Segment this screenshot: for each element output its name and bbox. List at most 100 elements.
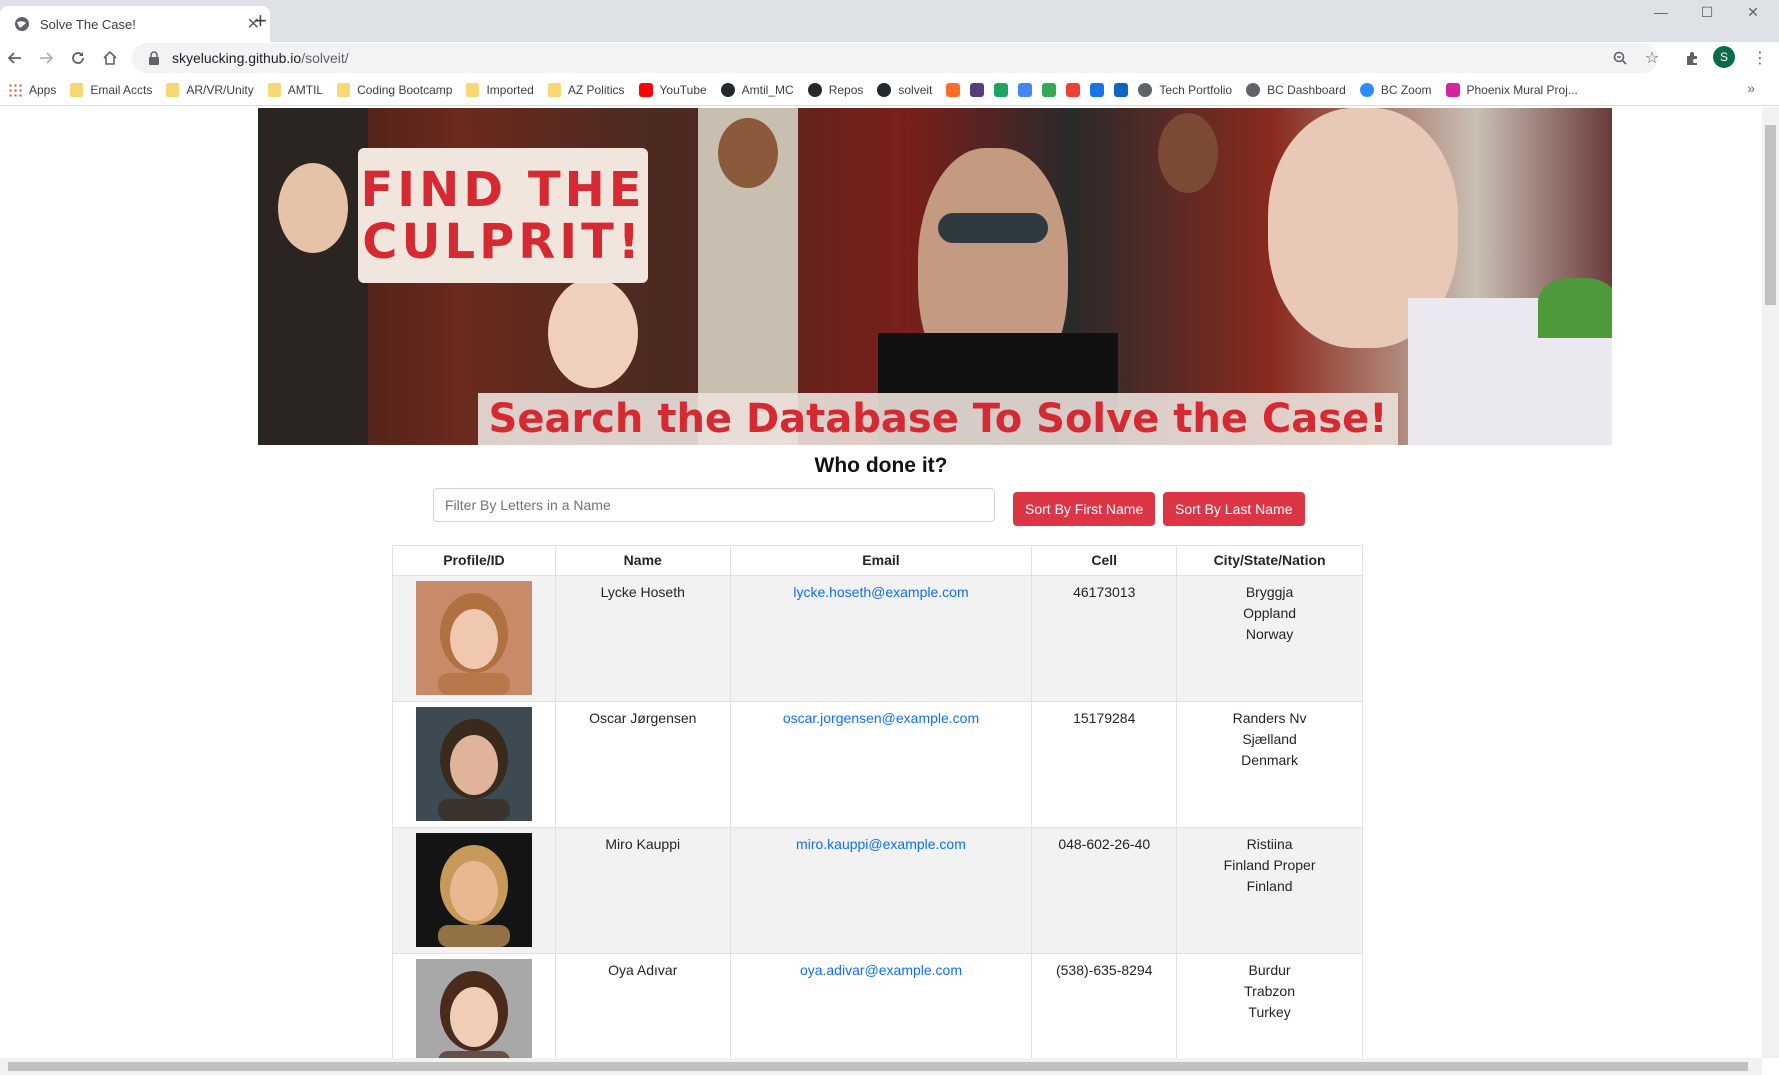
column-header-email[interactable]: Email: [729, 545, 1033, 576]
profile-photo: [415, 581, 532, 695]
vertical-scroll-thumb[interactable]: [1765, 125, 1776, 305]
location-cell: Bryggja Oppland Norway: [1176, 575, 1363, 702]
column-header-location[interactable]: City/State/Nation: [1176, 545, 1363, 576]
column-header-cell[interactable]: Cell: [1031, 545, 1178, 576]
bookmark-item[interactable]: [1066, 82, 1081, 97]
bookmark-label: solveit: [898, 82, 933, 97]
banner-strip: Search the Database To Solve the Case!: [478, 393, 1398, 445]
bookmark-item[interactable]: Email Accts: [70, 82, 152, 97]
location-state: Sjælland: [1242, 731, 1297, 747]
zoom-icon[interactable]: [1608, 46, 1632, 70]
banner-face-woman-right: [1158, 113, 1218, 193]
bookmark-item[interactable]: [1042, 82, 1057, 97]
profile-avatar[interactable]: S: [1713, 46, 1735, 68]
extensions-icon[interactable]: [1680, 46, 1704, 70]
location-city: Ristiina: [1246, 836, 1293, 852]
globe-icon: [1138, 82, 1153, 97]
forward-icon[interactable]: [32, 44, 60, 72]
globe-icon: [1246, 82, 1261, 97]
banner-sign-line2: Culprit!: [362, 213, 644, 270]
folder-icon: [547, 82, 561, 97]
folder-icon: [466, 82, 480, 97]
bookmark-item[interactable]: [994, 82, 1009, 97]
email-cell: oscar.jorgensen@example.com: [729, 701, 1033, 828]
location-cell: Burdur Trabzon Turkey: [1176, 953, 1363, 1058]
instagram-icon: [1445, 82, 1460, 97]
minimize-icon[interactable]: —: [1638, 0, 1684, 24]
table-row: Miro Kauppi miro.kauppi@example.com 048-60…: [392, 827, 1363, 954]
url-text: skyelucking.github.io/solveit/: [172, 50, 349, 66]
banner-sign: Find the Culprit!: [358, 148, 648, 283]
banner-green-lamp: [1538, 278, 1612, 338]
bookmark-item[interactable]: [1018, 82, 1033, 97]
bookmark-star-icon[interactable]: ☆: [1640, 46, 1664, 70]
bookmark-item[interactable]: [1114, 82, 1129, 97]
location-state: Finland Proper: [1223, 857, 1316, 873]
profile-photo: [415, 707, 532, 821]
bookmark-label: YouTube: [659, 82, 707, 97]
person-name: Miro Kauppi: [554, 827, 731, 954]
banner-woman-left: [258, 108, 368, 445]
bookmark-item[interactable]: BC Zoom: [1359, 82, 1432, 97]
email-link[interactable]: lycke.hoseth@example.com: [793, 584, 968, 600]
new-tab-button[interactable]: +: [254, 8, 267, 34]
browser-tab[interactable]: Solve The Case! ✕: [0, 6, 270, 42]
home-icon[interactable]: [96, 44, 124, 72]
bookmark-item[interactable]: [1090, 82, 1105, 97]
horizontal-scroll-thumb[interactable]: [8, 1062, 1748, 1071]
bookmarks-overflow-button[interactable]: »: [1747, 80, 1755, 96]
bookmark-item[interactable]: Tech Portfolio: [1138, 82, 1232, 97]
google-drive-icon: [994, 82, 1009, 97]
address-bar[interactable]: skyelucking.github.io/solveit/: [132, 43, 1658, 73]
location-cell: Ristiina Finland Proper Finland: [1176, 827, 1363, 954]
email-link[interactable]: miro.kauppi@example.com: [796, 836, 966, 852]
column-header-profile[interactable]: Profile/ID: [392, 545, 556, 576]
location-cell: Randers Nv Sjælland Denmark: [1176, 701, 1363, 828]
bookmark-item[interactable]: [946, 82, 961, 97]
profile-cell: [392, 953, 556, 1058]
bookmark-item[interactable]: Repos: [807, 82, 863, 97]
bookmark-label: Imported: [486, 82, 534, 97]
profile-cell: [392, 701, 556, 828]
reload-icon[interactable]: [64, 44, 92, 72]
window-close-icon[interactable]: ✕: [1730, 0, 1776, 24]
bookmark-item[interactable]: Amtil_MC: [720, 82, 794, 97]
email-cell: lycke.hoseth@example.com: [729, 575, 1033, 702]
tab-strip: Solve The Case! ✕ + — ☐ ✕: [0, 0, 1779, 42]
email-link[interactable]: oscar.jorgensen@example.com: [783, 710, 979, 726]
tab-title: Solve The Case!: [40, 16, 136, 32]
bookmark-item[interactable]: AR/VR/Unity: [166, 82, 254, 97]
bookmark-item[interactable]: Phoenix Mural Proj...: [1445, 82, 1578, 97]
sort-first-name-button[interactable]: Sort By First Name: [1013, 492, 1156, 526]
table-row: Oya Adıvar oya.adivar@example.com (538)-63…: [392, 953, 1363, 1058]
bookmark-item[interactable]: solveit: [877, 82, 933, 97]
bookmark-item[interactable]: Apps: [8, 82, 56, 97]
bookmark-item[interactable]: BC Dashboard: [1246, 82, 1346, 97]
bookmark-item[interactable]: AZ Politics: [547, 82, 625, 97]
location-city: Burdur: [1248, 962, 1291, 978]
email-link[interactable]: oya.adivar@example.com: [800, 962, 962, 978]
table-row: Lycke Hoseth lycke.hoseth@example.com 4617…: [392, 575, 1363, 702]
url-host: skyelucking.github.io: [172, 50, 302, 66]
sort-last-name-button[interactable]: Sort By Last Name: [1163, 492, 1305, 526]
horizontal-scrollbar[interactable]: [0, 1058, 1762, 1075]
maximize-icon[interactable]: ☐: [1684, 0, 1730, 24]
profile-cell: [392, 575, 556, 702]
hero-banner: Find the Culprit! Search the Database To…: [258, 108, 1612, 445]
bookmark-item[interactable]: [970, 82, 985, 97]
vertical-scrollbar[interactable]: [1762, 107, 1779, 1058]
menu-dots-icon[interactable]: ⋮: [1748, 46, 1772, 70]
bookmarks-bar: Apps Email Accts AR/VR/Unity AMTIL Coding Bo…: [0, 74, 1779, 106]
bookmark-item[interactable]: Coding Bootcamp: [337, 82, 452, 97]
bookmark-item[interactable]: AMTIL: [267, 82, 323, 97]
bookmark-item[interactable]: Imported: [466, 82, 534, 97]
person-name: Oya Adıvar: [554, 953, 731, 1058]
back-icon[interactable]: [1, 44, 29, 72]
location-nation: Turkey: [1248, 1004, 1291, 1020]
column-header-name[interactable]: Name: [554, 545, 731, 576]
bookmark-item[interactable]: YouTube: [638, 82, 707, 97]
url-path: /solveit/: [301, 50, 349, 66]
bookmark-label: Amtil_MC: [741, 82, 794, 97]
name-filter-input[interactable]: [433, 488, 995, 522]
phone-number: (538)-635-8294: [1031, 953, 1178, 1058]
